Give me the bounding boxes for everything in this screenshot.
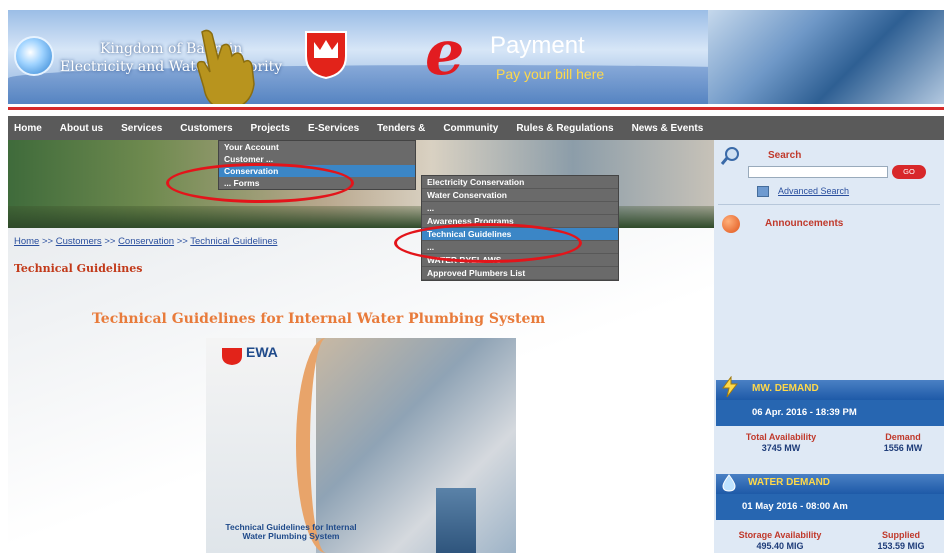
dropdown-item-water-conservation[interactable]: Water Conservation — [422, 189, 618, 202]
advanced-search-link[interactable]: Advanced Search — [778, 186, 849, 196]
search-label: Search — [768, 150, 802, 161]
dropdown-item-unknown-1[interactable]: ... — [422, 202, 618, 215]
search-go-button[interactable]: GO — [892, 165, 926, 179]
header-stripe — [8, 104, 944, 114]
dropdown-item-approved-plumbers[interactable]: Approved Plumbers List — [422, 267, 618, 280]
announcements-label[interactable]: Announcements — [765, 218, 843, 229]
lightning-bolt-icon — [722, 376, 739, 398]
breadcrumb-current[interactable]: Technical Guidelines — [190, 236, 277, 247]
supplied-value: 153.59 MIG — [877, 541, 925, 551]
cover-swoosh — [296, 338, 356, 553]
mw-demand-header — [716, 380, 944, 400]
demand-label: Demand — [885, 432, 921, 442]
total-availability-value: 3745 MW — [761, 443, 801, 453]
breadcrumb-sep: >> — [41, 236, 54, 247]
epayment-e-logo[interactable]: e — [425, 22, 464, 84]
storage-availability-value: 495.40 MIG — [756, 541, 804, 551]
nav-home[interactable]: Home — [14, 123, 42, 134]
water-drop-icon — [722, 474, 736, 492]
ewa-logo-icon[interactable] — [14, 36, 54, 76]
breadcrumb-home[interactable]: Home — [14, 236, 39, 247]
total-availability-label: Total Availability — [745, 432, 817, 442]
breadcrumb-sep: >> — [176, 236, 188, 247]
nav-tenders[interactable]: Tenders & — [377, 123, 425, 134]
cover-crest-icon — [222, 348, 242, 365]
breadcrumb-conservation[interactable]: Conservation — [118, 236, 174, 247]
demand-value: 1556 MW — [883, 443, 923, 453]
dropdown-item-electricity-conservation[interactable]: Electricity Conservation — [422, 176, 618, 189]
dropdown-item-your-account[interactable]: Your Account — [219, 141, 415, 153]
page-title: Technical Guidelines — [14, 262, 143, 275]
authority-name-line2: Electricity and Water Authority — [60, 59, 283, 75]
annotation-ellipse-conservation — [166, 163, 354, 203]
demand-stat: Demand 1556 MW — [864, 432, 942, 454]
sidebar-divider — [718, 204, 940, 205]
announcements-icon — [722, 215, 740, 233]
cover-title: Technical Guidelines for Internal Water … — [225, 522, 357, 541]
nav-services[interactable]: Services — [121, 123, 162, 134]
nav-about[interactable]: About us — [60, 123, 103, 134]
pointing-hand-icon — [196, 29, 255, 109]
mw-demand-title: MW. DEMAND — [752, 383, 819, 394]
document-heading: Technical Guidelines for Internal Water … — [92, 311, 546, 327]
breadcrumb-customers[interactable]: Customers — [56, 236, 102, 247]
nav-news[interactable]: News & Events — [632, 123, 704, 134]
nav-customers[interactable]: Customers — [180, 123, 232, 134]
document-cover-image[interactable]: EWA Technical Guidelines for Internal Wa… — [206, 338, 516, 553]
main-nav: Home About us Services Customers Project… — [8, 116, 944, 140]
banner-workers-photo — [708, 10, 944, 110]
supplied-stat: Supplied 153.59 MIG — [860, 530, 942, 552]
annotation-ellipse-technical-guidelines — [394, 223, 582, 263]
search-input[interactable] — [748, 166, 888, 178]
advanced-search-icon — [757, 186, 769, 197]
breadcrumb: Home >> Customers >> Conservation >> Tec… — [14, 236, 277, 247]
nav-projects[interactable]: Projects — [251, 123, 290, 134]
water-demand-title: WATER DEMAND — [748, 477, 831, 488]
epayment-subtitle[interactable]: Pay your bill here — [496, 66, 604, 82]
cover-logo-text: EWA — [246, 344, 278, 360]
nav-community[interactable]: Community — [443, 123, 498, 134]
supplied-label: Supplied — [882, 530, 920, 540]
water-demand-date: 01 May 2016 - 08:00 Am — [742, 501, 848, 512]
breadcrumb-sep: >> — [104, 236, 116, 247]
mw-demand-date: 06 Apr. 2016 - 18:39 PM — [752, 407, 857, 418]
cover-tower — [436, 488, 476, 553]
nav-eservices[interactable]: E-Services — [308, 123, 359, 134]
authority-name[interactable]: Kingdom of Bahrain Electricity and Water… — [60, 40, 300, 76]
total-availability-stat: Total Availability 3745 MW — [726, 432, 836, 454]
bahrain-crest-icon — [305, 31, 347, 80]
epayment-title[interactable]: Payment — [490, 32, 585, 60]
storage-availability-label: Storage Availability — [738, 530, 822, 540]
search-icon — [720, 147, 739, 165]
authority-name-line1: Kingdom of Bahrain — [100, 41, 243, 57]
storage-availability-stat: Storage Availability 495.40 MIG — [722, 530, 838, 552]
nav-rules[interactable]: Rules & Regulations — [516, 123, 613, 134]
